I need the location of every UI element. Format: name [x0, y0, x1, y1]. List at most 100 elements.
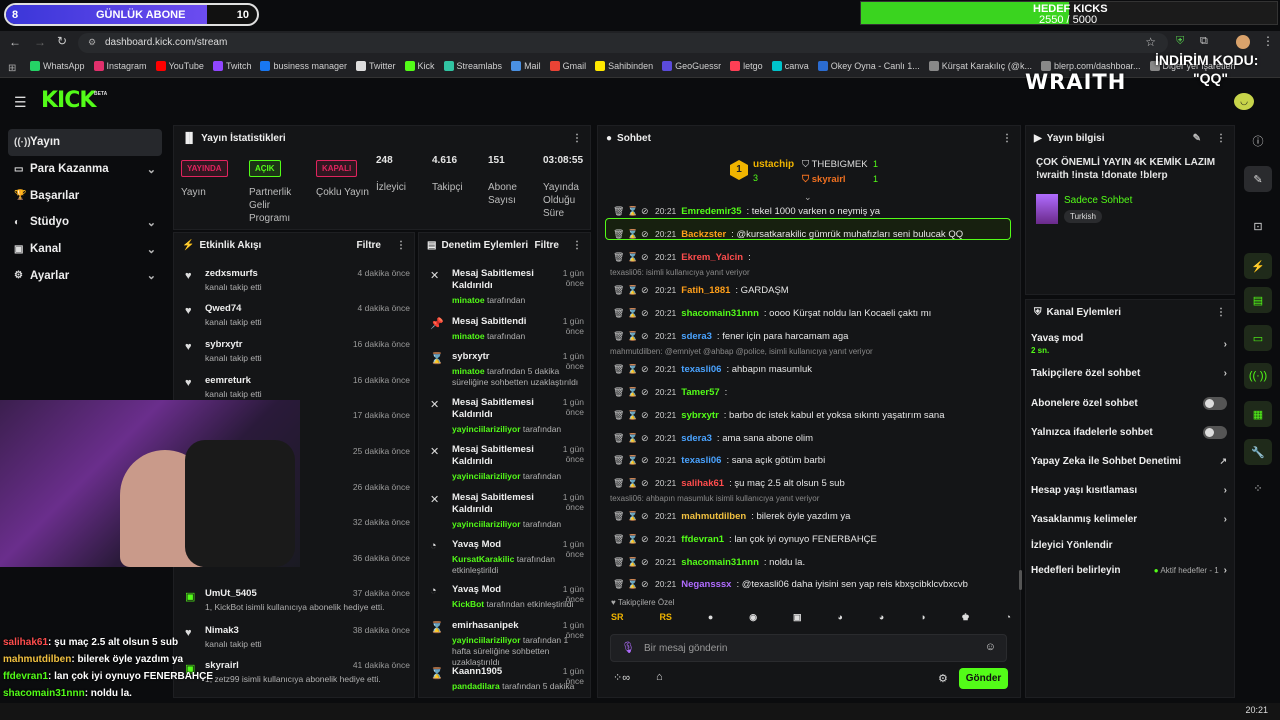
- timeout-icon[interactable]: ⌛: [627, 229, 638, 240]
- delete-icon[interactable]: 🗑: [613, 331, 624, 342]
- hamburger-menu-icon[interactable]: ☰: [14, 94, 27, 111]
- bookmark-item[interactable]: letgo: [730, 55, 763, 77]
- message-username[interactable]: ffdevran1: [681, 534, 724, 545]
- delete-icon[interactable]: 🗑: [613, 534, 624, 545]
- delete-icon[interactable]: 🗑: [613, 387, 624, 398]
- ban-icon[interactable]: ⊘: [641, 534, 650, 545]
- apps-icon[interactable]: ⁘: [1244, 475, 1272, 501]
- storage-icon[interactable]: ▦: [1244, 401, 1272, 427]
- delete-icon[interactable]: 🗑: [613, 229, 624, 240]
- timeout-icon[interactable]: ⌛: [627, 511, 638, 522]
- timeout-icon[interactable]: ⌛: [627, 478, 638, 489]
- activity-menu-icon[interactable]: ⋮: [396, 240, 406, 251]
- emote-button[interactable]: ◑: [920, 612, 925, 628]
- moderation-filter-button[interactable]: Filtre: [535, 240, 559, 251]
- subs-chat-toggle[interactable]: [1203, 397, 1227, 410]
- bookmark-item[interactable]: Mail: [511, 55, 541, 77]
- bookmark-item[interactable]: Twitter: [356, 55, 396, 77]
- message-username[interactable]: Ekrem_Yalcin: [681, 252, 743, 263]
- delete-icon[interactable]: 🗑: [613, 364, 624, 375]
- emote-button[interactable]: ◔: [1006, 612, 1011, 628]
- delete-icon[interactable]: 🗑: [613, 511, 624, 522]
- stats-menu-icon[interactable]: ⋮: [572, 133, 582, 144]
- sidebar-item-para-kazanma[interactable]: ▭ Para Kazanma ⌄: [8, 156, 162, 183]
- emote-button[interactable]: RS: [659, 612, 672, 628]
- timeout-icon[interactable]: ⌛: [627, 534, 638, 545]
- category-name[interactable]: Sadece Sohbet: [1064, 195, 1132, 206]
- reload-icon[interactable]: ↻: [57, 34, 67, 48]
- moderation-menu-icon[interactable]: ⋮: [572, 240, 582, 251]
- moderator-name[interactable]: yayinciilariziliyor: [452, 424, 521, 434]
- profile-avatar[interactable]: [1236, 35, 1250, 49]
- message-username[interactable]: sdera3: [681, 331, 712, 342]
- delete-icon[interactable]: 🗑: [613, 252, 624, 263]
- bookmark-item[interactable]: WhatsApp: [30, 55, 85, 77]
- followers-chat-item[interactable]: Takipçilere özel sohbet ›: [1031, 368, 1227, 379]
- sidebar-item-kanal[interactable]: ▣ Kanal ⌄: [8, 236, 162, 263]
- bookmark-item[interactable]: Sahibinden: [595, 55, 653, 77]
- ban-icon[interactable]: ⊘: [641, 433, 650, 444]
- ban-icon[interactable]: ⊘: [641, 331, 650, 342]
- bookmark-item[interactable]: Kick: [404, 55, 435, 77]
- message-username[interactable]: Tamer57: [681, 387, 719, 398]
- stream-info-menu-icon[interactable]: ⋮: [1216, 133, 1226, 144]
- delete-icon[interactable]: 🗑: [613, 455, 624, 466]
- store-icon[interactable]: ⌂: [656, 671, 663, 683]
- delete-icon[interactable]: 🗑: [613, 206, 624, 217]
- user-avatar[interactable]: ◡: [1234, 93, 1254, 110]
- moderator-name[interactable]: minatoe: [452, 295, 485, 305]
- delete-icon[interactable]: 🗑: [613, 478, 624, 489]
- bookmark-item[interactable]: Twitch: [212, 55, 251, 77]
- delete-icon[interactable]: 🗑: [613, 557, 624, 568]
- sidebar-item-ayarlar[interactable]: ⚙ Ayarlar ⌄: [8, 262, 162, 289]
- sidebar-item-yayın[interactable]: ((·)) Yayın: [8, 129, 162, 156]
- shield-icon[interactable]: ⛨: [1176, 35, 1184, 48]
- message-username[interactable]: Emredemir35: [681, 206, 741, 217]
- back-icon[interactable]: ←: [9, 35, 21, 49]
- message-username[interactable]: salihak61: [681, 478, 724, 489]
- info-icon[interactable]: ⓘ: [1244, 128, 1272, 154]
- slow-mode-item[interactable]: Yavaş mod 2 sn. ›: [1031, 333, 1227, 355]
- delete-icon[interactable]: 🗑: [613, 285, 624, 296]
- chat-settings-icon[interactable]: ⚙: [938, 672, 948, 685]
- ban-icon[interactable]: ⊘: [641, 229, 650, 240]
- ban-icon[interactable]: ⊘: [641, 478, 650, 489]
- bookmark-star-icon[interactable]: ☆: [1145, 35, 1156, 49]
- chat-icon[interactable]: ▭: [1244, 325, 1272, 351]
- message-username[interactable]: shacomain31nnn: [681, 557, 759, 568]
- browser-menu-icon[interactable]: ⋮: [1262, 34, 1274, 48]
- delete-icon[interactable]: 🗑: [613, 433, 624, 444]
- ban-icon[interactable]: ⊘: [641, 364, 650, 375]
- message-username[interactable]: Negansssx: [681, 579, 731, 590]
- emoji-icon[interactable]: ☺: [985, 641, 996, 653]
- timeout-icon[interactable]: ⌛: [627, 579, 638, 590]
- broadcast-toggle-icon[interactable]: ((·)): [1244, 363, 1272, 389]
- chat-input[interactable]: 🎙 Bir mesaj gönderin ☺: [610, 634, 1007, 662]
- url-field[interactable]: ⚙ dashboard.kick.com/stream ☆: [78, 33, 1168, 53]
- ban-icon[interactable]: ⊘: [641, 206, 650, 217]
- top-gifter-3[interactable]: ⛉ skyrairl: [802, 174, 846, 185]
- chat-scrollbar[interactable]: [1019, 570, 1022, 590]
- message-username[interactable]: mahmutdilben: [681, 511, 746, 522]
- moderator-name[interactable]: minatoe: [452, 366, 485, 376]
- bookmark-item[interactable]: Instagram: [93, 55, 147, 77]
- message-username[interactable]: texasli06: [681, 364, 721, 375]
- delete-icon[interactable]: 🗑: [613, 308, 624, 319]
- top-gifter-2[interactable]: ⛉ THEBIGMEK: [802, 159, 868, 170]
- emote-button[interactable]: ◉: [749, 612, 757, 628]
- message-username[interactable]: Fatih_1881: [681, 285, 730, 296]
- extensions-icon[interactable]: ⧉: [1200, 35, 1208, 48]
- viewer-redirect-item[interactable]: İzleyici Yönlendir: [1031, 540, 1227, 551]
- edit-icon[interactable]: ✎: [1244, 166, 1272, 192]
- moderator-name[interactable]: yayinciilariziliyor: [452, 471, 521, 481]
- bookmark-item[interactable]: Kürşat Karakılıç (@k...: [928, 55, 1032, 77]
- forward-icon[interactable]: →: [34, 35, 46, 49]
- activity-filter-button[interactable]: Filtre: [357, 240, 381, 251]
- apps-grid-icon[interactable]: ⊞: [0, 58, 30, 77]
- channel-actions-menu-icon[interactable]: ⋮: [1216, 307, 1226, 318]
- send-button[interactable]: Gönder: [959, 668, 1008, 689]
- emotes-chat-toggle[interactable]: [1203, 426, 1227, 439]
- message-username[interactable]: Backzster: [681, 229, 726, 240]
- mic-icon[interactable]: 🎙: [621, 641, 635, 654]
- emote-button[interactable]: SR: [611, 612, 624, 628]
